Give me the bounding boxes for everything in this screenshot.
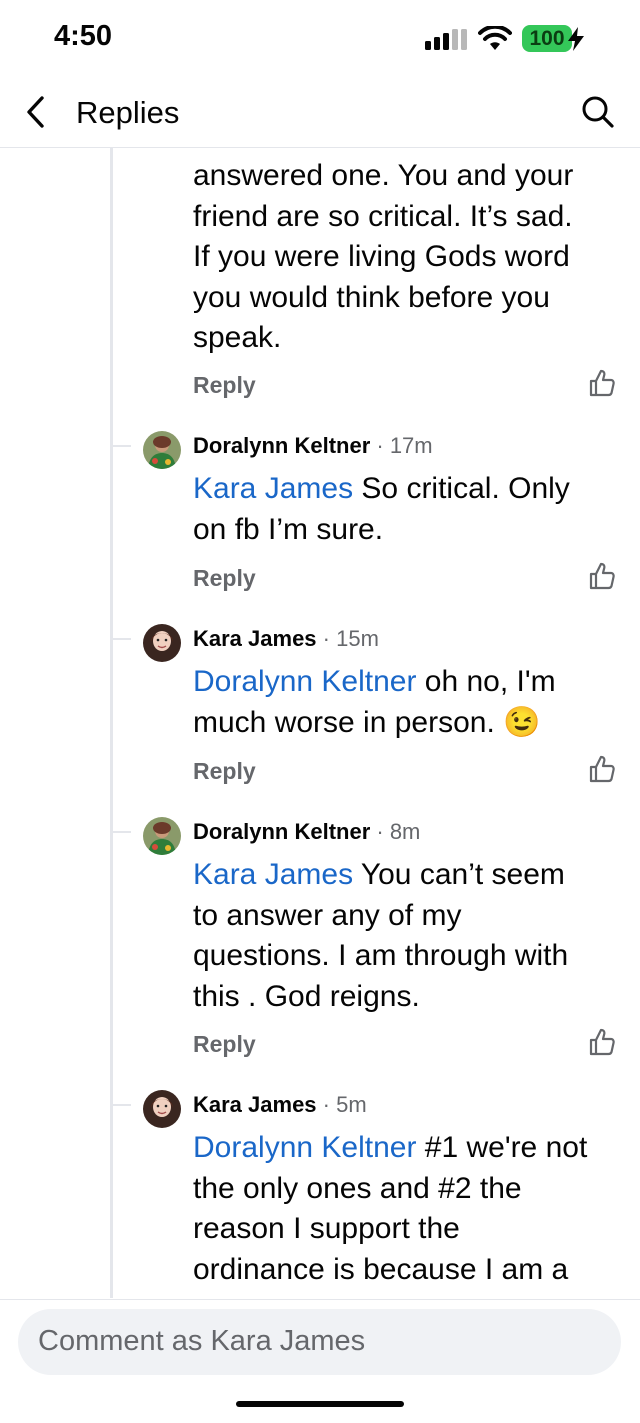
comment-composer-bar: Comment as Kara James [0,1299,640,1423]
like-icon[interactable] [589,369,615,397]
comment-timestamp: · 17m [370,433,433,458]
reply-connector [113,1104,131,1106]
comment-line: ordinance is because I am a [193,1252,569,1286]
author-name[interactable]: Doralynn Keltner [193,433,370,458]
comment-line: You can’t seem [353,858,565,891]
like-icon[interactable] [589,562,615,590]
comment-timestamp: · 15m [316,626,379,651]
comment-author[interactable]: Kara James · 15m [193,626,379,652]
comment-line: on fb I’m sure. [193,512,384,546]
like-icon[interactable] [589,1028,615,1056]
page-title: Replies [76,95,180,130]
wifi-icon [478,26,512,50]
mention-link[interactable]: Doralynn Keltner [193,665,416,698]
status-bar: 4:50 100 [0,0,640,80]
author-name[interactable]: Kara James [193,626,317,651]
comment-body: Doralynn Keltner oh no, I'm much worse i… [193,662,623,743]
reply-button[interactable]: Reply [193,758,256,785]
comment-line: speak. [193,321,282,354]
comment-placeholder: Comment as Kara James [38,1325,366,1357]
comment-line: reason I support the [193,1212,460,1245]
comment-line: this . God reigns. [193,979,420,1013]
mention-link[interactable]: Kara James [193,472,353,505]
reply-connector [113,445,131,447]
avatar[interactable] [143,624,181,662]
comment-line: So critical. Only [353,472,570,505]
mention-link[interactable]: Doralynn Keltner [193,1131,416,1164]
comment-author[interactable]: Kara James · 5m [193,1092,367,1118]
reply-button[interactable]: Reply [193,565,256,592]
comment-timestamp: · 8m [370,819,421,844]
comment-line: answered one. You and your [193,159,574,192]
comment-line: oh no, I'm [416,665,556,698]
reply-button[interactable]: Reply [193,372,256,399]
charging-bolt-icon [568,27,584,51]
author-name[interactable]: Doralynn Keltner [193,819,370,844]
mention-link[interactable]: Kara James [193,858,353,891]
battery-indicator: 100 [522,25,572,52]
like-icon[interactable] [589,755,615,783]
comment-body: Kara James So critical. Only on fb I’m s… [193,469,623,550]
comment-timestamp: · 5m [316,1092,367,1117]
comment-line: questions. I am through with [193,939,569,972]
avatar[interactable] [143,817,181,855]
author-name[interactable]: Kara James [193,1092,317,1117]
search-icon[interactable] [580,94,616,130]
thread-line [110,148,113,1298]
comment-author[interactable]: Doralynn Keltner · 17m [193,433,433,459]
comment-line: #1 we're not [416,1131,588,1164]
home-indicator[interactable] [236,1401,404,1407]
reply-connector [113,831,131,833]
avatar[interactable] [143,431,181,469]
replies-thread: answered one. You and your friend are so… [0,148,640,1298]
avatar[interactable] [143,1090,181,1128]
comment-body: answered one. You and your friend are so… [193,156,623,359]
comment-line: you would think before you [193,280,550,314]
comment-line: to answer any of my [193,898,462,932]
reply-connector [113,638,131,640]
top-navigation-bar: Replies [0,80,640,148]
comment-author[interactable]: Doralynn Keltner · 8m [193,819,420,845]
comment-line: friend are so critical. It’s sad. [193,199,573,233]
reply-button[interactable]: Reply [193,1031,256,1058]
cellular-signal-icon [425,29,467,50]
comment-body: Kara James You can’t seem to answer any … [193,855,623,1017]
comment-line: the only ones and #2 the [193,1171,522,1205]
comment-line: much worse in person. 😉 [193,705,541,739]
comment-input[interactable]: Comment as Kara James [18,1309,621,1375]
status-time: 4:50 [54,20,113,52]
comment-line: If you were living Gods word [193,240,570,273]
back-arrow-icon[interactable] [22,94,52,130]
comment-body: Doralynn Keltner #1 we're not the only o… [193,1128,623,1290]
